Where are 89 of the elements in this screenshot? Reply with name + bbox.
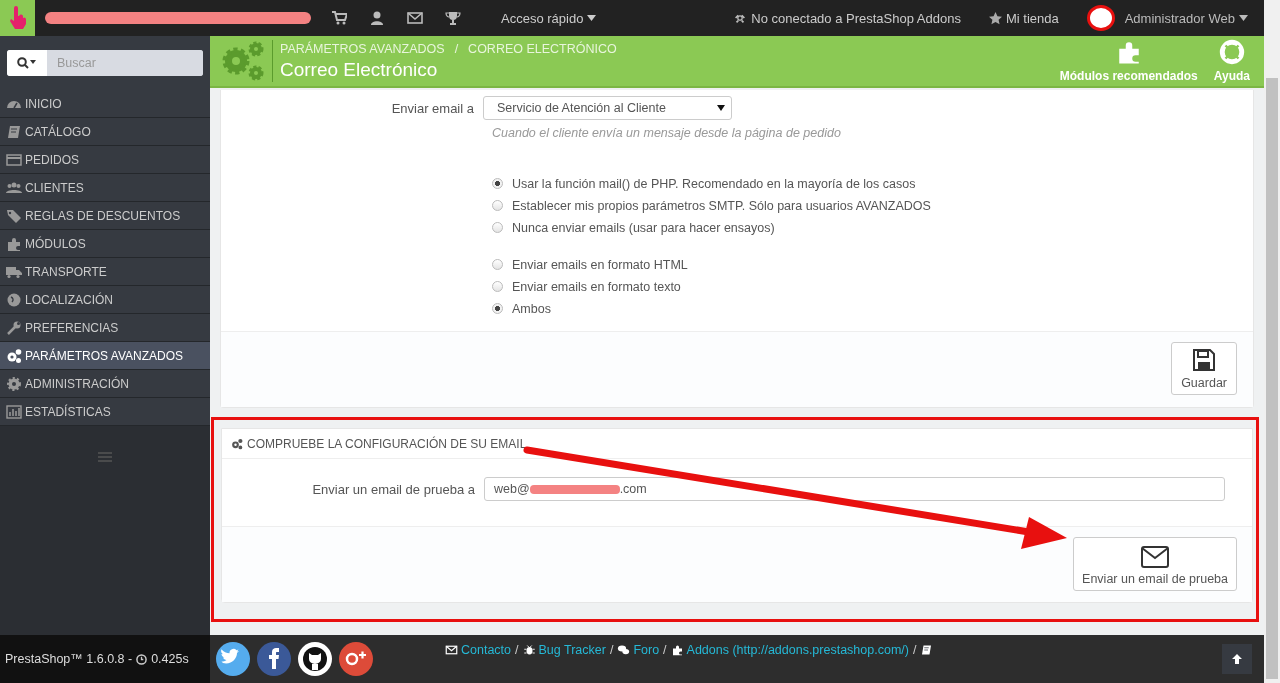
lifebuoy-icon	[1218, 39, 1245, 65]
chat-icon	[617, 644, 631, 656]
puzzle-icon	[670, 644, 684, 656]
page-title: Correo Electrónico	[280, 59, 439, 81]
arrow-up-icon	[1231, 653, 1243, 665]
card-icon	[6, 151, 22, 168]
social-link-icon[interactable]	[339, 642, 373, 676]
radio-button[interactable]	[492, 281, 503, 292]
panel-title: COMPRUEBE LA CONFIGURACIÓN DE SU EMAIL	[247, 436, 527, 451]
link-separator: /	[912, 643, 917, 657]
pointing-hand-icon	[7, 6, 28, 30]
scrollbar-thumb[interactable]	[1266, 78, 1278, 679]
sidebar-item[interactable]: PREFERENCIAS	[0, 314, 210, 342]
gears-icon	[230, 437, 244, 450]
addons-status-link[interactable]: No conectado a PrestaShop Addons	[733, 10, 961, 26]
caret-icon	[1239, 15, 1248, 21]
send-test-email-button[interactable]: Enviar un email de prueba	[1073, 537, 1237, 591]
shop-link[interactable]: Mi tienda	[988, 10, 1059, 26]
radio-button[interactable]	[492, 303, 503, 314]
radio-button[interactable]	[492, 178, 503, 189]
sidebar-item[interactable]: PEDIDOS	[0, 146, 210, 174]
star-icon	[988, 11, 1002, 25]
sidebar-item[interactable]: TRANSPORTE	[0, 258, 210, 286]
link-separator: /	[609, 643, 614, 657]
radio-option[interactable]: Usar la función mail() de PHP. Recomendado en la mayoría de los casos	[492, 175, 1253, 192]
sidebar-item[interactable]: INICIO	[0, 90, 210, 118]
social-link-icon[interactable]	[298, 642, 332, 676]
field-label: Enviar email a	[390, 100, 475, 116]
social-link-icon[interactable]	[257, 642, 291, 676]
recipient-dropdown[interactable]: Servicio de Atención al Cliente	[483, 96, 732, 120]
tag-icon	[6, 207, 22, 224]
load-time: 0.425s	[151, 652, 189, 666]
chart-icon	[6, 403, 22, 420]
cart-icon[interactable]	[331, 10, 347, 26]
sidebar-item[interactable]: ESTADÍSTICAS	[0, 398, 210, 426]
search-scope-button[interactable]	[7, 50, 47, 76]
radio-option[interactable]: Ambos	[492, 300, 1253, 317]
puzzle-icon	[6, 235, 22, 252]
field-label: Enviar un email de prueba a	[311, 481, 476, 497]
radio-button[interactable]	[492, 222, 503, 233]
search-icon	[17, 57, 37, 69]
radio-option[interactable]: Establecer mis propios parámetros SMTP. Sólo para usuarios AVANZADOS	[492, 197, 1253, 214]
sidebar-item[interactable]: MÓDULOS	[0, 230, 210, 258]
help-text: Cuando el cliente envía un mensaje desde la página de pedido	[492, 126, 842, 140]
sidebar-item[interactable]: LOCALIZACIÓN	[0, 286, 210, 314]
sidebar-item[interactable]: REGLAS DE DESCUENTOS	[0, 202, 210, 230]
envelope-icon	[1141, 546, 1170, 568]
breadcrumb-separator: /	[454, 42, 459, 56]
footer-link[interactable]	[920, 644, 934, 656]
link-separator: /	[663, 643, 667, 657]
envelope-icon[interactable]	[407, 10, 423, 26]
quick-access-menu[interactable]: Acceso rápido	[501, 10, 597, 26]
radio-button[interactable]	[492, 259, 503, 270]
avatar[interactable]	[1086, 5, 1115, 31]
sidebar-item[interactable]: CATÁLOGO	[0, 118, 210, 146]
search-field[interactable]: Buscar	[7, 50, 203, 76]
scrollbar[interactable]	[1264, 0, 1280, 683]
book-icon	[920, 644, 934, 656]
caret-icon	[587, 15, 597, 21]
bug-icon	[522, 644, 536, 656]
gears-icon	[6, 347, 22, 364]
book-icon	[6, 123, 22, 140]
caret-icon	[717, 105, 725, 111]
version-text: PrestaShop™ 1.6.0.8 -	[5, 652, 133, 666]
wrench-icon	[6, 319, 22, 336]
sidebar-item[interactable]: PARÁMETROS AVANZADOS	[0, 342, 210, 370]
clock-icon	[136, 653, 148, 665]
user-menu[interactable]: Administrador Web	[1124, 10, 1248, 26]
radio-option[interactable]: Nunca enviar emails (usar para hacer ensayos)	[492, 219, 1253, 236]
save-button[interactable]: Guardar	[1171, 342, 1237, 395]
envelope-icon	[445, 644, 458, 656]
sidebar-item[interactable]: ADMINISTRACIÓN	[0, 370, 210, 398]
gear-icon	[6, 375, 22, 392]
trophy-icon[interactable]	[445, 10, 461, 26]
footer-link[interactable]: Addons (http://addons.prestashop.com/)	[670, 643, 909, 657]
link-separator: /	[515, 643, 519, 657]
globe-icon	[6, 291, 22, 308]
gears-icon	[220, 39, 266, 83]
radio-option[interactable]: Enviar emails en formato HTML	[492, 256, 1253, 273]
user-icon[interactable]	[369, 10, 385, 26]
radio-button[interactable]	[492, 200, 503, 211]
email-field[interactable]: web@ .com	[484, 477, 1225, 501]
radio-option[interactable]: Enviar emails en formato texto	[492, 278, 1253, 295]
footer-link[interactable]: Foro	[617, 643, 660, 657]
footer-link[interactable]: Bug Tracker	[522, 643, 606, 657]
footer-link[interactable]: Contacto	[445, 643, 512, 657]
social-link-icon[interactable]	[216, 642, 250, 676]
back-to-top-button[interactable]	[1222, 644, 1252, 674]
sidebar-item[interactable]: CLIENTES	[0, 174, 210, 202]
